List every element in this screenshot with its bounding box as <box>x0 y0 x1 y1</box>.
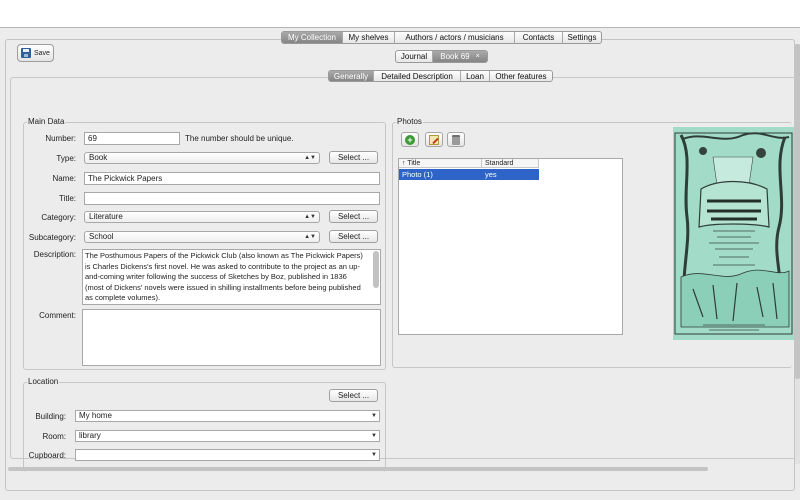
location-title: Location <box>27 377 60 386</box>
description-text: The Posthumous Papers of the Pickwick Cl… <box>85 251 363 303</box>
updown-arrow-icon: ▲▼ <box>304 155 316 161</box>
page-horizontal-scrollbar[interactable] <box>8 467 708 471</box>
column-header-title[interactable]: ↑ Title <box>399 159 482 168</box>
tab-my-shelves[interactable]: My shelves <box>343 32 395 43</box>
column-header-standard[interactable]: Standard <box>482 159 539 168</box>
main-data-title: Main Data <box>27 117 66 126</box>
tab-my-collection[interactable]: My Collection <box>282 32 343 43</box>
type-select[interactable]: Book ▲▼ <box>84 152 320 164</box>
edit-photo-icon <box>429 134 439 145</box>
trash-icon <box>452 134 460 145</box>
number-field[interactable]: 69 <box>84 132 180 145</box>
category-select[interactable]: Literature ▲▼ <box>84 211 320 223</box>
name-field[interactable]: The Pickwick Papers <box>84 172 380 185</box>
tab-book-label: Book 69 <box>440 52 470 61</box>
cupboard-combo[interactable]: ▼ <box>75 449 380 461</box>
floppy-disk-icon <box>21 48 31 58</box>
building-value: My home <box>79 411 112 420</box>
tab-book-69[interactable]: Book 69 × <box>433 51 487 62</box>
table-row[interactable]: Photo (1) yes <box>399 169 539 180</box>
subcategory-select[interactable]: School ▲▼ <box>84 231 320 243</box>
document-tab-bar: Journal Book 69 × <box>395 50 488 63</box>
column-title-label: Title <box>407 160 421 167</box>
photos-table: ↑ Title Standard Photo (1) yes <box>398 158 623 335</box>
photo-standard-cell: yes <box>485 170 497 179</box>
subcategory-select-button[interactable]: Select ... <box>329 230 378 243</box>
building-label: Building: <box>35 412 66 421</box>
tab-other-features[interactable]: Other features <box>490 71 552 81</box>
description-label: Description: <box>33 250 76 259</box>
pickwick-cover-illustration <box>673 127 794 340</box>
room-value: library <box>79 431 101 440</box>
type-label: Type: <box>56 154 76 163</box>
sort-ascending-icon: ↑ <box>402 160 406 167</box>
location-select-button[interactable]: Select ... <box>329 389 378 402</box>
category-label: Category: <box>41 213 76 222</box>
main-tab-bar: My Collection My shelves Authors / actor… <box>281 31 602 44</box>
photo-title-cell: Photo (1) <box>402 170 433 179</box>
save-label: Save <box>34 49 50 57</box>
room-label: Room: <box>42 432 66 441</box>
close-icon[interactable]: × <box>476 53 480 60</box>
book-cover-image <box>673 127 794 340</box>
number-label: Number: <box>45 134 76 143</box>
number-hint: The number should be unique. <box>185 134 294 143</box>
tab-contacts[interactable]: Contacts <box>515 32 563 43</box>
type-select-button[interactable]: Select ... <box>329 151 378 164</box>
description-textarea[interactable]: The Posthumous Papers of the Pickwick Cl… <box>82 249 381 305</box>
subcategory-value: School <box>89 232 114 241</box>
title-field[interactable] <box>84 192 380 205</box>
add-photo-button[interactable]: + <box>401 132 419 147</box>
comment-textarea[interactable] <box>82 309 381 366</box>
window-top-area <box>0 0 800 27</box>
updown-arrow-icon: ▲▼ <box>304 214 316 220</box>
delete-photo-button[interactable] <box>447 132 465 147</box>
chevron-down-icon[interactable]: ▼ <box>369 431 379 441</box>
category-value: Literature <box>89 212 123 221</box>
category-select-button[interactable]: Select ... <box>329 210 378 223</box>
chevron-down-icon[interactable]: ▼ <box>369 411 379 421</box>
edit-photo-button[interactable] <box>425 132 443 147</box>
title-label: Title: <box>58 194 76 203</box>
tab-authors[interactable]: Authors / actors / musicians <box>395 32 515 43</box>
comment-label: Comment: <box>39 311 76 320</box>
add-photo-icon: + <box>405 134 415 145</box>
app-window: My Collection My shelves Authors / actor… <box>0 27 800 500</box>
tab-generally[interactable]: Generally <box>329 71 374 81</box>
type-value: Book <box>89 153 108 162</box>
cupboard-label: Cupboard: <box>28 451 66 460</box>
photos-title: Photos <box>396 117 423 126</box>
updown-arrow-icon: ▲▼ <box>304 234 316 240</box>
tab-loan[interactable]: Loan <box>461 71 490 81</box>
building-combo[interactable]: My home ▼ <box>75 410 380 422</box>
room-combo[interactable]: library ▼ <box>75 430 380 442</box>
name-label: Name: <box>52 174 76 183</box>
tab-journal[interactable]: Journal <box>396 51 433 62</box>
chevron-down-icon[interactable]: ▼ <box>369 450 379 460</box>
detail-tab-bar: Generally Detailed Description Loan Othe… <box>328 70 553 82</box>
tab-settings[interactable]: Settings <box>563 32 601 43</box>
subcategory-label: Subcategory: <box>28 233 76 242</box>
page-vertical-scrollbar[interactable] <box>795 44 800 379</box>
description-scrollbar[interactable] <box>373 251 379 288</box>
save-button[interactable]: Save <box>17 44 54 62</box>
tab-detailed-description[interactable]: Detailed Description <box>374 71 461 81</box>
